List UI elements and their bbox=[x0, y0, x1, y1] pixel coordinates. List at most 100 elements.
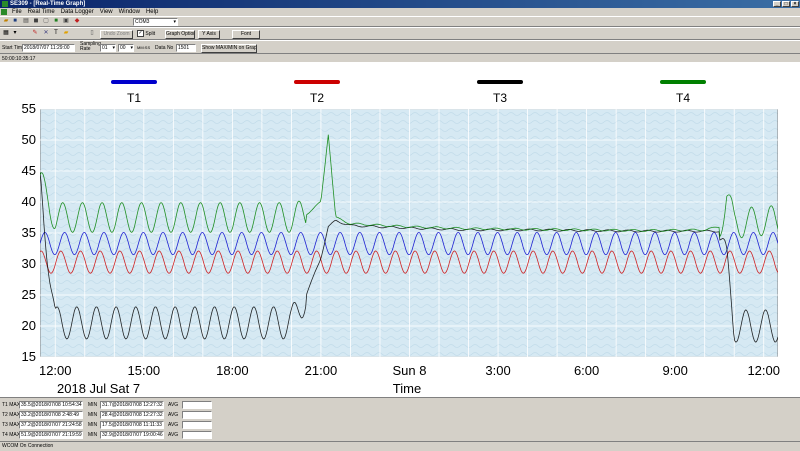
stats-row-t1: T1 MAX 35.5@2018/07/08 10:54:34 MIN 31.7… bbox=[0, 400, 220, 410]
text-icon[interactable]: T bbox=[52, 30, 60, 37]
close-button[interactable]: × bbox=[791, 1, 799, 7]
graph-option-button[interactable]: Graph Option bbox=[165, 30, 195, 39]
show-maxmin-button[interactable]: Show MAX/MIN on Graph bbox=[201, 44, 257, 53]
legend-line-t2 bbox=[294, 80, 340, 84]
minimize-button[interactable]: _ bbox=[773, 1, 781, 7]
stop-icon[interactable]: ▣ bbox=[62, 18, 70, 25]
graph-type-icon[interactable]: ▦ bbox=[2, 30, 10, 37]
title-bar: SE309 - [Real-Time Graph] _ □ × bbox=[0, 0, 800, 8]
stat-min-label: MIN bbox=[88, 432, 98, 438]
start-time-field[interactable]: 2018/07/07 11:29:00 bbox=[22, 44, 75, 52]
legend-line-t1 bbox=[111, 80, 157, 84]
toolbar-main: ▰ ■ ▤ ◼ ▢ ■ ▣ ◆ COM3 ▾ bbox=[0, 16, 800, 27]
legend-label-t3: T3 bbox=[492, 91, 507, 105]
stats-row-t4: T4 MAX 51.9@2018/07/07 21:19:59 MIN 32.9… bbox=[0, 430, 220, 440]
toolbar-logging: Start Time 2018/07/07 11:29:00 Sampling … bbox=[0, 40, 800, 54]
legend-line-t3 bbox=[477, 80, 523, 84]
x-axis-date-label: 2018 Jul Sat 7 bbox=[57, 381, 141, 396]
copy-icon[interactable]: ▯ bbox=[88, 30, 96, 37]
chevron-down-icon: ▾ bbox=[173, 19, 176, 25]
y-tick-label: 35 bbox=[21, 225, 36, 240]
stat-avg-value bbox=[182, 421, 212, 429]
marker-icon[interactable]: ✕ bbox=[42, 30, 50, 37]
chevron-down-icon: ▾ bbox=[112, 45, 115, 51]
stat-min-value: 28.4@2018/07/08 12:27:32 bbox=[100, 411, 164, 419]
port-value: COM3 bbox=[135, 19, 150, 25]
y-tick-label: 50 bbox=[21, 132, 36, 147]
x-tick-label: Sun 8 bbox=[392, 363, 427, 378]
menu-file[interactable]: File bbox=[12, 9, 22, 15]
document-icon[interactable] bbox=[1, 9, 7, 15]
y-tick-label: 40 bbox=[21, 194, 36, 209]
pause-icon[interactable]: ▢ bbox=[42, 18, 50, 25]
y-tick-label: 25 bbox=[21, 287, 36, 302]
print-icon[interactable]: ▤ bbox=[22, 18, 30, 25]
app-window: SE309 - [Real-Time Graph] _ □ × File Real… bbox=[0, 0, 800, 450]
undo-zoom-button[interactable]: Undo Zoom bbox=[100, 30, 133, 39]
cursor-icon[interactable]: ✎ bbox=[31, 30, 39, 37]
font-button[interactable]: Font bbox=[232, 30, 260, 39]
stat-avg-label: AVG bbox=[168, 422, 179, 428]
legend-label-t2: T2 bbox=[309, 91, 324, 105]
menu-bar: File Real Time Data Logger View Window Help bbox=[0, 8, 800, 16]
y-tick-label: 45 bbox=[21, 163, 36, 178]
rate-seconds-value: 00 bbox=[120, 45, 126, 51]
play-icon[interactable]: ■ bbox=[52, 18, 60, 25]
x-tick-label: 18:00 bbox=[216, 363, 249, 378]
x-axis-title: Time bbox=[392, 381, 422, 396]
stat-avg-label: AVG bbox=[168, 412, 179, 418]
x-tick-label: 21:00 bbox=[304, 363, 338, 378]
stat-max-value: 51.9@2018/07/07 21:19:59 bbox=[19, 431, 83, 439]
rate-unit-label: MM:SS bbox=[137, 45, 151, 50]
maximize-button[interactable]: □ bbox=[782, 1, 790, 7]
stat-max-label: T2 MAX bbox=[2, 412, 21, 418]
x-tick-label: 9:00 bbox=[662, 363, 688, 378]
logger-icon[interactable]: ◆ bbox=[73, 18, 81, 25]
toolbar-graph: ▦ ▾ ✎ ✕ T ▰ ▯ Undo Zoom ✓ Split Graph Op… bbox=[0, 27, 800, 40]
window-title: [Real-Time Graph] bbox=[33, 1, 86, 7]
rate-minutes-value: 01 bbox=[102, 45, 108, 51]
legend-line-t4 bbox=[660, 80, 706, 84]
x-tick-label: 6:00 bbox=[573, 363, 600, 378]
data-no-label: Data No bbox=[155, 45, 174, 51]
status-bar: WCOM On Connection bbox=[0, 441, 800, 450]
menu-data-logger[interactable]: Data Logger bbox=[61, 9, 94, 15]
x-tick-label: 15:00 bbox=[127, 363, 161, 378]
menu-window[interactable]: Window bbox=[119, 9, 140, 15]
y-tick-label: 30 bbox=[21, 256, 36, 271]
stat-min-value: 31.7@2018/07/08 12:27:32 bbox=[100, 401, 164, 409]
stats-row-t2: T2 MAX 33.2@2018/07/08 2:48:49 MIN 28.4@… bbox=[0, 410, 220, 420]
port-select[interactable]: COM3 ▾ bbox=[133, 18, 178, 26]
rate-minutes-select[interactable]: 01 ▾ bbox=[100, 44, 116, 52]
stat-min-value: 32.9@2018/07/07 19:00:46 bbox=[100, 431, 164, 439]
stat-max-label: T1 MAX bbox=[2, 402, 21, 408]
split-checkbox[interactable]: ✓ Split bbox=[137, 30, 159, 39]
app-name: SE309 bbox=[10, 1, 29, 7]
chevron-down-icon: ▾ bbox=[130, 45, 133, 51]
stat-avg-value bbox=[182, 411, 212, 419]
stat-max-value: 33.2@2018/07/08 2:48:49 bbox=[19, 411, 83, 419]
record-icon[interactable]: ◼ bbox=[32, 18, 40, 25]
split-label: Split bbox=[145, 30, 156, 37]
stat-max-value: 35.5@2018/07/08 10:54:34 bbox=[19, 401, 83, 409]
data-no-field[interactable]: 1501 bbox=[176, 44, 196, 52]
color-icon[interactable]: ▰ bbox=[62, 30, 70, 37]
stat-avg-label: AVG bbox=[168, 402, 179, 408]
x-tick-label: 3:00 bbox=[485, 363, 511, 378]
y-axis-button[interactable]: Y Axis bbox=[198, 30, 220, 39]
rate-seconds-select[interactable]: 00 ▾ bbox=[118, 44, 134, 52]
app-icon bbox=[2, 1, 8, 7]
menu-real-time[interactable]: Real Time bbox=[28, 9, 55, 15]
save-icon[interactable]: ■ bbox=[11, 18, 19, 25]
stat-avg-value bbox=[182, 431, 212, 439]
y-tick-label: 20 bbox=[21, 318, 36, 333]
x-tick-label: 12:00 bbox=[38, 363, 72, 378]
temperature-chart[interactable] bbox=[40, 109, 778, 357]
menu-view[interactable]: View bbox=[100, 9, 113, 15]
stats-panel: T1 MAX 35.5@2018/07/08 10:54:34 MIN 31.7… bbox=[0, 397, 800, 442]
y-tick-label: 15 bbox=[21, 349, 36, 364]
stat-min-label: MIN bbox=[88, 412, 98, 418]
open-folder-icon[interactable]: ▰ bbox=[2, 18, 10, 25]
dropdown-arrow-icon[interactable]: ▾ bbox=[11, 30, 19, 37]
menu-help[interactable]: Help bbox=[146, 9, 158, 15]
